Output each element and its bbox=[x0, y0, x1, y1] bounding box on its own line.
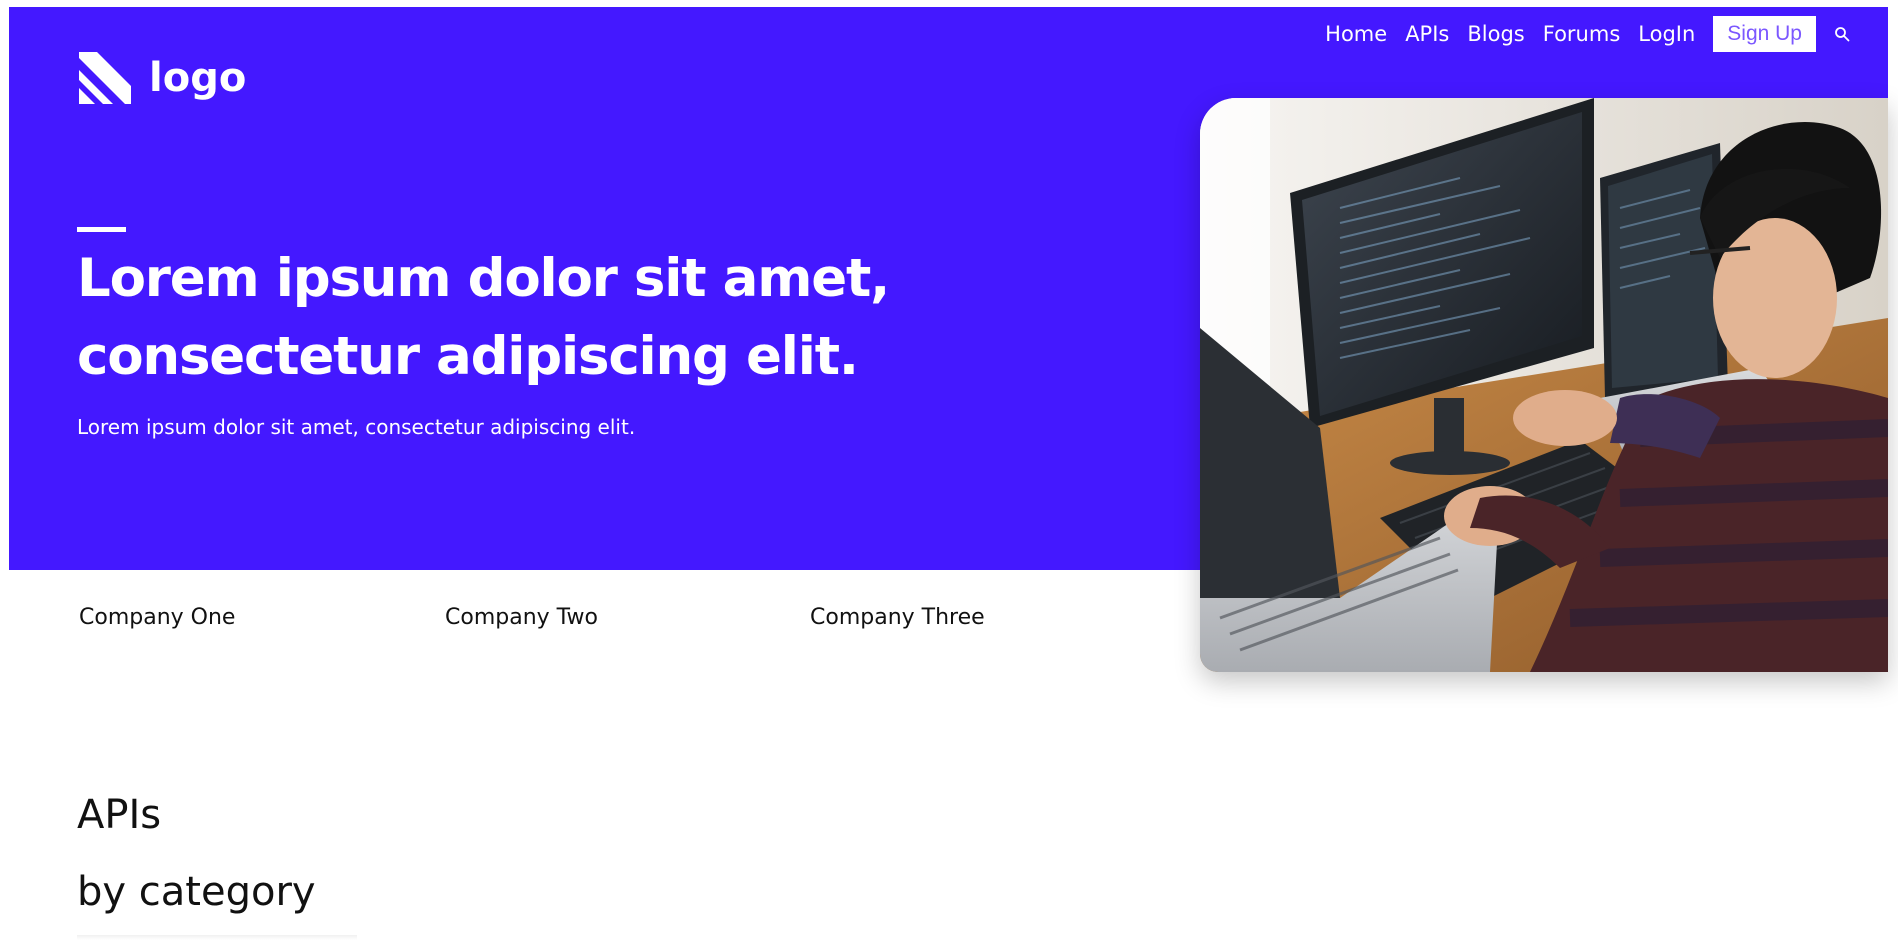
logo-mark-icon bbox=[79, 52, 131, 104]
search-button[interactable] bbox=[1832, 24, 1852, 44]
category-card-edge bbox=[77, 935, 357, 940]
nav-apis-link[interactable]: APIs bbox=[1405, 22, 1449, 46]
headline-accent-line bbox=[77, 227, 126, 232]
site-logo[interactable]: logo bbox=[77, 50, 246, 106]
hero-photo bbox=[1200, 98, 1888, 672]
company-two-label: Company Two bbox=[445, 605, 598, 630]
hero-subtext: Lorem ipsum dolor sit amet, consectetur … bbox=[77, 415, 636, 439]
nav-blogs-link[interactable]: Blogs bbox=[1467, 22, 1524, 46]
developer-photo-illustration bbox=[1200, 98, 1888, 672]
search-icon bbox=[1835, 27, 1850, 42]
nav-login-link[interactable]: LogIn bbox=[1638, 22, 1695, 46]
hero-headline-line-2: consectetur adipiscing elit. bbox=[77, 326, 859, 387]
signup-button[interactable]: Sign Up bbox=[1713, 16, 1816, 52]
nav-home-link[interactable]: Home bbox=[1325, 22, 1387, 46]
company-one-label: Company One bbox=[79, 605, 236, 630]
hero-headline: Lorem ipsum dolor sit amet, consectetur … bbox=[77, 240, 897, 396]
nav-forums-link[interactable]: Forums bbox=[1543, 22, 1621, 46]
landing-page: logo Home APIs Blogs Forums LogIn Sign U… bbox=[0, 0, 1898, 940]
top-nav: Home APIs Blogs Forums LogIn Sign Up bbox=[1325, 16, 1852, 52]
apis-section-title: APIs bbox=[77, 792, 162, 838]
hero-headline-line-1: Lorem ipsum dolor sit amet, bbox=[77, 248, 890, 309]
by-category-subtitle: by category bbox=[77, 869, 316, 915]
logo-text: logo bbox=[149, 55, 247, 101]
company-three-label: Company Three bbox=[810, 605, 985, 630]
